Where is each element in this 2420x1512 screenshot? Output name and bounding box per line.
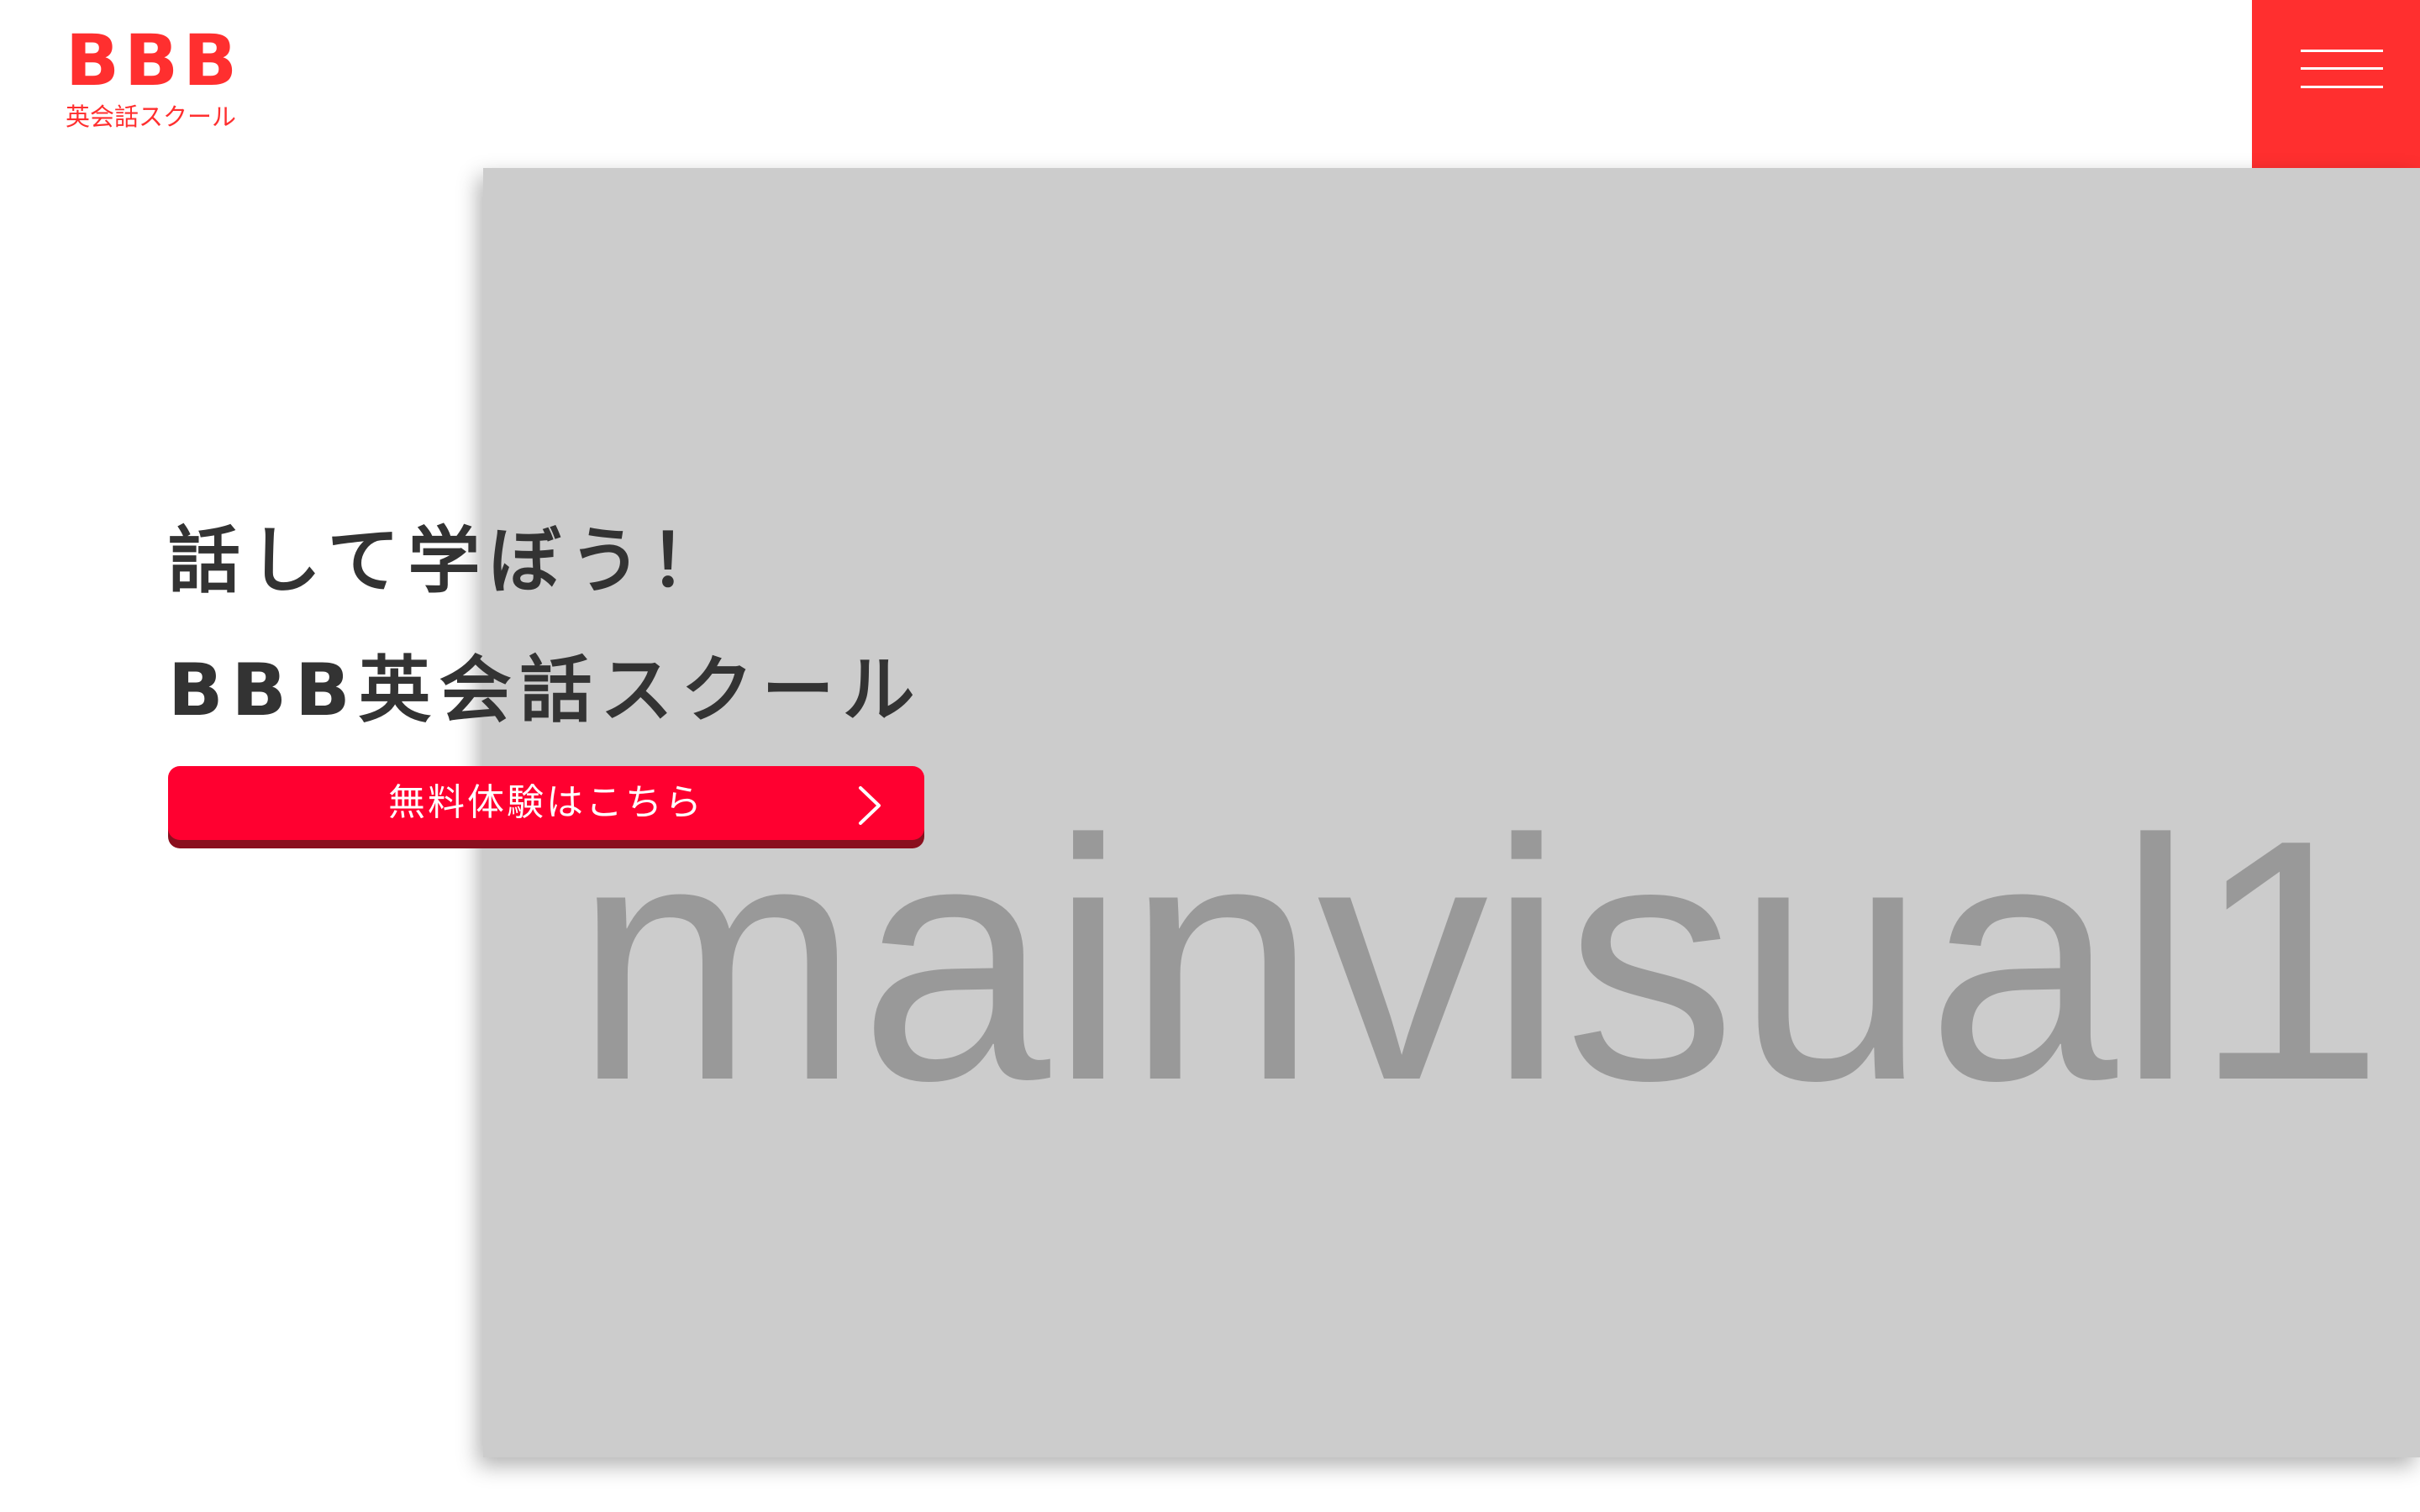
logo-sub-text: 英会話スクール — [66, 102, 237, 131]
hamburger-line — [2301, 67, 2383, 70]
chevron-right-icon — [859, 786, 881, 825]
hero-copy: 話して学ぼう！ BBB英会話スクール — [168, 521, 923, 731]
hero-tagline: 話して学ぼう！ — [168, 519, 731, 603]
site-logo[interactable]: BBB 英会話スクール — [66, 25, 242, 131]
hamburger-line — [2301, 86, 2383, 88]
hamburger-line — [2301, 50, 2383, 52]
page: BBB 英会話スクール mainvisual1 話して学ぼう！ BBB英会話スク… — [0, 0, 2420, 1512]
cta-button-label: 無料体験はこちら — [388, 781, 704, 824]
hero-title: BBB英会話スクール — [168, 648, 923, 732]
logo-main-text: BBB — [66, 19, 243, 102]
free-trial-button[interactable]: 無料体験はこちら — [168, 766, 924, 848]
menu-button[interactable] — [2252, 0, 2420, 168]
